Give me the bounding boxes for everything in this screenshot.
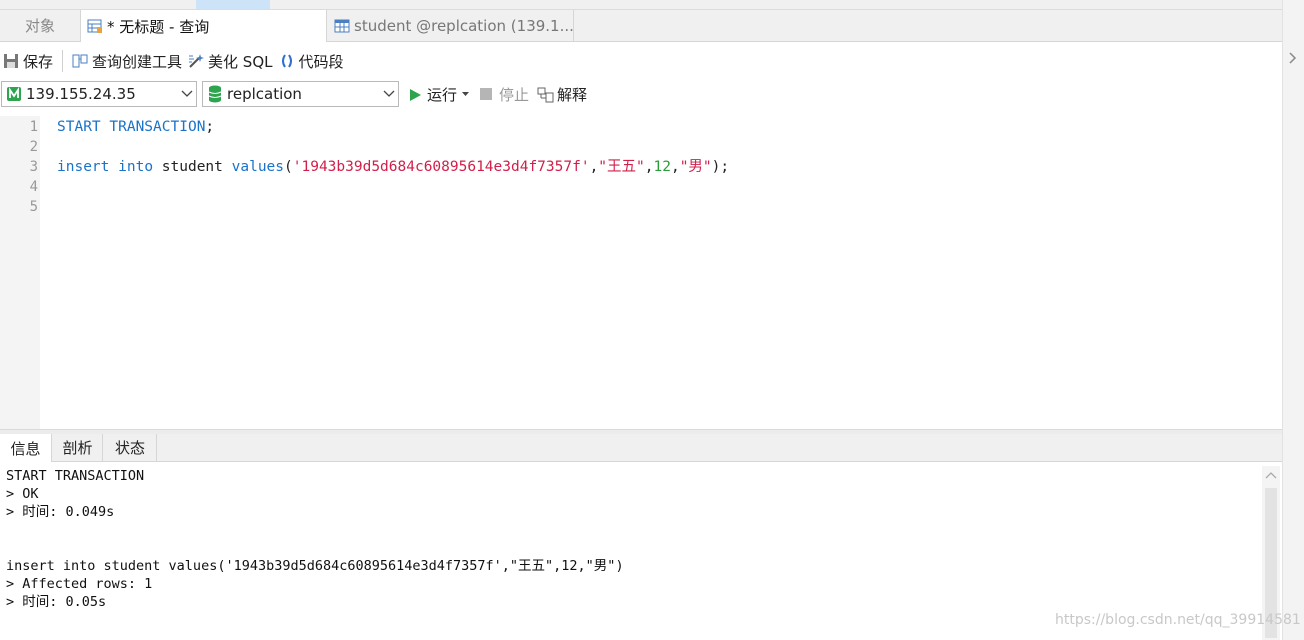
chevron-down-icon [178, 90, 196, 98]
query-builder-label: 查询创建工具 [92, 52, 183, 71]
explain-button[interactable]: 解释 [537, 84, 587, 105]
output-line: START TRANSACTION [6, 468, 145, 484]
tab-bar: 对象 * 无标题 - 查询 student @replcation (139.1… [0, 10, 1282, 42]
identifier: student [161, 159, 223, 175]
tab-status-label: 状态 [114, 439, 145, 457]
output-line: > Affected rows: 1 [6, 576, 153, 592]
query-builder-button[interactable]: 查询创建工具 [69, 49, 185, 73]
tab-student-label: student @replcation (139.1... [354, 16, 574, 35]
run-button[interactable]: 运行 [408, 84, 470, 105]
database-value: replcation [227, 85, 302, 103]
chevron-right-icon[interactable] [1287, 50, 1299, 66]
output-line: > 时间: 0.049s [6, 504, 115, 520]
query-builder-icon [72, 54, 88, 68]
play-icon [410, 88, 421, 101]
watermark: https://blog.csdn.net/qq_39914581 [1055, 612, 1301, 628]
line-number: 4 [29, 179, 38, 195]
connection-value: 139.155.24.35 [26, 85, 136, 103]
run-label: 运行 [427, 86, 458, 104]
tab-query[interactable]: * 无标题 - 查询 [80, 10, 327, 42]
tab-profile[interactable]: 剖析 [53, 434, 103, 461]
keyword: values [231, 159, 285, 175]
string-literal: "王五" [598, 159, 645, 175]
scroll-up-icon[interactable] [1265, 470, 1277, 480]
beautify-sql-label: 美化 SQL [208, 52, 273, 71]
keyword: START [57, 119, 101, 135]
punctuation: , [644, 159, 654, 175]
parentheses-icon [281, 54, 292, 68]
code-line-1: START TRANSACTION; [57, 117, 214, 137]
tab-info-label: 信息 [10, 439, 41, 458]
output-line: > 时间: 0.05s [6, 594, 107, 610]
toolbar-divider [62, 50, 64, 72]
explain-icon [537, 87, 554, 102]
save-button[interactable]: 保存 [0, 49, 56, 73]
tab-info[interactable]: 信息 [0, 434, 52, 462]
string-literal: "男" [679, 159, 712, 175]
punctuation: , [670, 159, 680, 175]
code-snippet-label: 代码段 [298, 52, 344, 71]
menu-item-selected[interactable] [196, 0, 270, 9]
line-number: 5 [29, 199, 38, 215]
sql-editor[interactable]: 1 2 3 4 5 START TRANSACTION; insert into… [0, 116, 1282, 429]
beautify-sql-button[interactable]: 美化 SQL [185, 49, 275, 73]
line-number-gutter: 1 2 3 4 5 [0, 116, 40, 429]
tab-objects[interactable]: 对象 [0, 10, 80, 41]
chevron-down-icon [380, 90, 398, 98]
explain-label: 解释 [557, 86, 588, 104]
string-literal: '1943b39d5d684c60895614e3d4f7357f' [292, 159, 590, 175]
table-icon [334, 19, 350, 32]
tab-objects-label: 对象 [24, 17, 55, 35]
code-line-3: insert into student values('1943b39d5d68… [57, 157, 729, 177]
line-number: 1 [29, 119, 38, 135]
stop-label: 停止 [499, 86, 530, 104]
stop-icon [480, 88, 492, 100]
output-line: > OK [6, 486, 39, 502]
tab-student[interactable]: student @replcation (139.1... [328, 10, 574, 41]
punctuation: ( [284, 159, 293, 175]
magic-wand-icon [189, 54, 205, 68]
punctuation: ); [711, 159, 730, 175]
keyword: into [118, 159, 154, 175]
keyword: TRANSACTION [109, 119, 206, 135]
output-line: insert into student values('1943b39d5d68… [6, 558, 624, 574]
connection-select[interactable]: 139.155.24.35 [1, 81, 197, 107]
connection-icon [7, 87, 21, 101]
save-icon [4, 54, 18, 68]
code-snippet-button[interactable]: 代码段 [276, 49, 347, 73]
punctuation: , [589, 159, 599, 175]
connection-toolbar: 139.155.24.35 replcation 运行 停止 解释 [0, 81, 1282, 109]
main-toolbar: 保存 查询创建工具 美化 SQL 代码段 [0, 46, 1282, 76]
result-tab-bar: 信息 剖析 状态 [0, 434, 1282, 462]
tab-status[interactable]: 状态 [104, 434, 157, 461]
punctuation: ; [205, 119, 215, 135]
line-number: 2 [29, 139, 38, 155]
save-label: 保存 [23, 52, 54, 71]
database-select[interactable]: replcation [202, 81, 399, 107]
query-icon [87, 19, 102, 33]
number-literal: 12 [653, 159, 671, 175]
stop-button[interactable]: 停止 [480, 84, 529, 105]
tab-query-label: * 无标题 - 查询 [107, 17, 210, 36]
caret-down-icon[interactable] [462, 92, 470, 97]
tab-profile-label: 剖析 [62, 439, 93, 457]
right-side-panel [1282, 0, 1304, 640]
menu-bar [0, 0, 1304, 10]
keyword: insert [57, 159, 110, 175]
line-number: 3 [29, 159, 38, 175]
database-icon [208, 85, 222, 103]
